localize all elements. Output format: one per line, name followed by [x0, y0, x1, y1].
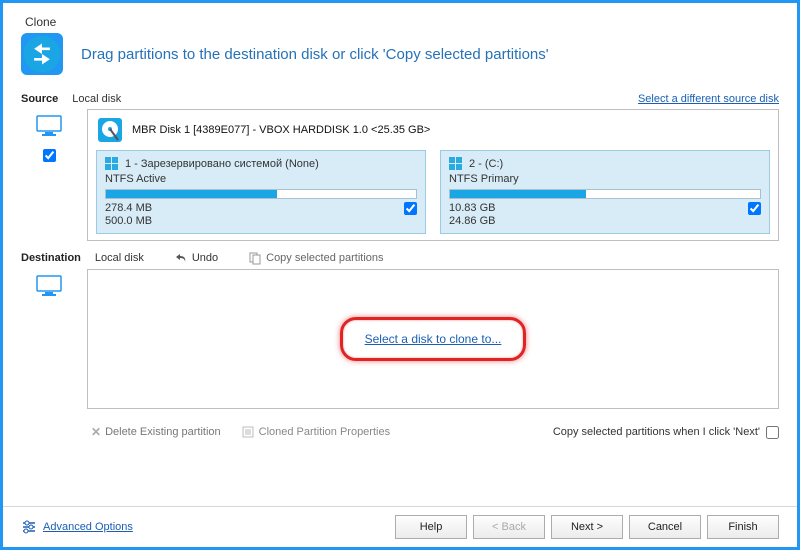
- destination-leftcol: [21, 269, 77, 409]
- clone-icon: [21, 33, 63, 75]
- source-body: MBR Disk 1 [4389E077] - VBOX HARDDISK 1.…: [21, 109, 779, 241]
- copy-on-next-label: Copy selected partitions when I click 'N…: [553, 426, 760, 438]
- copy-on-next-row: Copy selected partitions when I click 'N…: [553, 426, 779, 439]
- partition-1-sizes: 278.4 MB 500.0 MB: [105, 202, 152, 227]
- clone-window: Clone Drag partitions to the destination…: [0, 0, 800, 550]
- partition-1-checkbox[interactable]: [404, 202, 417, 215]
- copy-selected-button[interactable]: Copy selected partitions: [248, 251, 383, 265]
- properties-icon: [241, 425, 255, 439]
- windows-icon: [105, 157, 119, 171]
- back-button[interactable]: < Back: [473, 515, 545, 539]
- monitor-icon: [36, 275, 62, 297]
- source-disk-checkbox[interactable]: [43, 149, 56, 162]
- cloned-properties-button[interactable]: Cloned Partition Properties: [241, 425, 390, 439]
- partition-1-type: NTFS Active: [105, 173, 417, 185]
- partition-2-used: 10.83 GB: [449, 202, 495, 215]
- advanced-options-link[interactable]: Advanced Options: [21, 519, 133, 535]
- sliders-icon: [21, 519, 37, 535]
- destination-header: Destination Local disk Undo Copy selecte…: [21, 251, 779, 265]
- delete-icon: ✕: [91, 425, 101, 439]
- destination-sub: Local disk: [95, 252, 144, 264]
- select-different-source-link[interactable]: Select a different source disk: [638, 93, 779, 105]
- partition-1-total: 500.0 MB: [105, 215, 152, 228]
- partition-1-name: 1 - Зарезервировано системой (None): [125, 158, 319, 170]
- button-bar: Help < Back Next > Cancel Finish: [395, 515, 779, 539]
- monitor-icon: [36, 115, 62, 137]
- disk-header: MBR Disk 1 [4389E077] - VBOX HARDDISK 1.…: [96, 116, 770, 144]
- undo-button[interactable]: Undo: [174, 251, 218, 265]
- copy-icon: [248, 251, 262, 265]
- disk-title: MBR Disk 1 [4389E077] - VBOX HARDDISK 1.…: [132, 124, 430, 136]
- partition-2[interactable]: 2 - (C:) NTFS Primary 10.83 GB 24.86 GB: [440, 150, 770, 234]
- hdd-icon: [96, 116, 124, 144]
- instruction-row: Drag partitions to the destination disk …: [21, 33, 779, 75]
- select-disk-highlight: Select a disk to clone to...: [340, 317, 527, 361]
- partition-1[interactable]: 1 - Зарезервировано системой (None) NTFS…: [96, 150, 426, 234]
- partition-2-sizes: 10.83 GB 24.86 GB: [449, 202, 495, 227]
- copy-on-next-checkbox[interactable]: [766, 426, 779, 439]
- partition-2-checkbox[interactable]: [748, 202, 761, 215]
- under-destination-row: ✕ Delete Existing partition Cloned Parti…: [21, 425, 779, 439]
- header-row: Clone: [21, 15, 779, 29]
- partition-2-bar: [449, 189, 761, 199]
- source-sub: Local disk: [72, 93, 121, 105]
- next-button[interactable]: Next >: [551, 515, 623, 539]
- partition-2-type: NTFS Primary: [449, 173, 761, 185]
- finish-button[interactable]: Finish: [707, 515, 779, 539]
- source-header: Source Local disk Select a different sou…: [21, 93, 779, 105]
- destination-panel: Select a disk to clone to...: [87, 269, 779, 409]
- instruction-text: Drag partitions to the destination disk …: [81, 46, 549, 63]
- partition-row: 1 - Зарезервировано системой (None) NTFS…: [96, 150, 770, 234]
- window-title: Clone: [25, 15, 56, 29]
- destination-body: Select a disk to clone to...: [21, 269, 779, 409]
- delete-existing-button[interactable]: ✕ Delete Existing partition: [91, 425, 221, 439]
- cancel-button[interactable]: Cancel: [629, 515, 701, 539]
- partition-1-used: 278.4 MB: [105, 202, 152, 215]
- help-button[interactable]: Help: [395, 515, 467, 539]
- partition-2-name: 2 - (C:): [469, 158, 503, 170]
- partition-2-total: 24.86 GB: [449, 215, 495, 228]
- select-disk-link[interactable]: Select a disk to clone to...: [365, 332, 502, 346]
- source-label: Source: [21, 93, 58, 105]
- destination-label: Destination: [21, 252, 81, 264]
- partition-1-bar: [105, 189, 417, 199]
- undo-icon: [174, 251, 188, 265]
- window-body: Clone Drag partitions to the destination…: [3, 3, 797, 506]
- source-panel: MBR Disk 1 [4389E077] - VBOX HARDDISK 1.…: [87, 109, 779, 241]
- source-leftcol: [21, 109, 77, 241]
- windows-icon: [449, 157, 463, 171]
- footer: Advanced Options Help < Back Next > Canc…: [3, 506, 797, 547]
